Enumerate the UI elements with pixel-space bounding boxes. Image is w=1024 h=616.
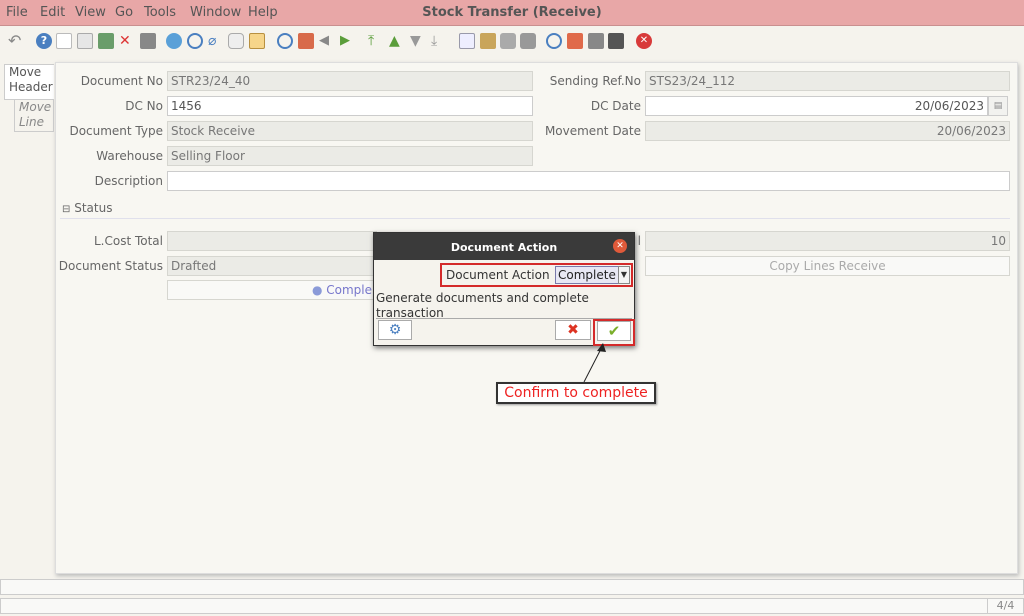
sending-ref-label: Sending Ref.No (549, 74, 641, 88)
calendar-icon[interactable]: ▤ (988, 96, 1008, 116)
back-icon[interactable]: ◀ (319, 33, 335, 49)
copy-icon[interactable] (77, 33, 93, 49)
status-section-header[interactable]: ⊟ Status (62, 201, 112, 215)
menu-bar: File Edit View Go Tools Window Help Stoc… (0, 0, 1024, 26)
description-label: Description (94, 174, 163, 188)
warehouse-label: Warehouse (96, 149, 163, 163)
dc-date-field[interactable]: 20/06/2023 (645, 96, 988, 116)
home-icon[interactable] (298, 33, 314, 49)
delete-icon[interactable]: ✕ (119, 33, 135, 49)
next-record-icon[interactable]: ▼ (410, 33, 426, 49)
close-window-icon[interactable]: ✕ (636, 33, 652, 49)
help-icon[interactable]: ? (36, 33, 52, 49)
save-icon[interactable] (98, 33, 114, 49)
document-no-field: STR23/24_40 (167, 71, 533, 91)
workflow-icon[interactable] (608, 33, 624, 49)
document-no-label: Document No (80, 74, 163, 88)
lcost-total-label: L.Cost Total (93, 234, 163, 248)
copy-lines-receive-button[interactable]: Copy Lines Receive (645, 256, 1010, 276)
refresh-icon[interactable] (166, 33, 182, 49)
document-action-dialog: Document Action ✕ Document Action Comple… (373, 232, 635, 346)
complete-icon: ● (311, 283, 323, 297)
request-icon[interactable] (567, 33, 583, 49)
attachment-icon[interactable]: ⌀ (208, 33, 224, 49)
complete-button-label: Comple (326, 283, 372, 297)
print-preview-icon[interactable] (500, 33, 516, 49)
tab-move-header[interactable]: Move Header (4, 64, 54, 100)
dc-no-field[interactable]: 1456 (167, 96, 533, 116)
movement-date-field: 20/06/2023 (645, 121, 1010, 141)
callout-label: Confirm to complete (496, 382, 656, 404)
first-record-icon[interactable]: ⤒ (368, 33, 384, 49)
collapse-icon[interactable]: ⊟ (62, 204, 70, 215)
ok-check-icon[interactable]: ✔ (597, 321, 631, 341)
action-help-text: Generate documents and complete transact… (376, 291, 589, 317)
status-section-title: Status (74, 201, 113, 215)
tab-panel: Move Header Move Line (2, 62, 54, 132)
find-icon[interactable] (187, 33, 203, 49)
grid-toggle-icon[interactable] (249, 33, 265, 49)
product-info-icon[interactable] (588, 33, 604, 49)
zoom-across-icon[interactable] (546, 33, 562, 49)
warehouse-field: Selling Floor (167, 146, 533, 166)
document-action-label: Document Action (446, 268, 550, 282)
last-record-icon[interactable]: ⤓ (431, 33, 447, 49)
page-indicator: 4/4 (987, 598, 1023, 614)
archive-icon[interactable] (480, 33, 496, 49)
print-icon[interactable] (520, 33, 536, 49)
document-status-label: Document Status (58, 259, 163, 273)
dropdown-arrow-icon[interactable]: ▼ (618, 266, 630, 284)
status-bar-bottom: 4/4 (0, 598, 1024, 614)
status-bar-top (0, 579, 1024, 595)
description-field[interactable] (167, 171, 1010, 191)
dc-no-label: DC No (125, 99, 163, 113)
document-status-field: Drafted (167, 256, 377, 276)
document-action-select[interactable]: Complete (555, 266, 619, 284)
document-type-field: Stock Receive (167, 121, 533, 141)
dialog-close-icon[interactable]: ✕ (613, 239, 627, 253)
complete-button[interactable]: ● Comple (167, 280, 377, 300)
settings-gear-icon[interactable]: ⚙ (378, 320, 412, 340)
tab-move-line[interactable]: Move Line (14, 99, 54, 132)
movement-date-label: Movement Date (544, 124, 641, 138)
new-icon[interactable] (56, 33, 72, 49)
total-lines-field: 10 (645, 231, 1010, 251)
cancel-icon[interactable]: ✖ (555, 320, 591, 340)
undo-icon[interactable]: ↶ (8, 33, 24, 49)
chat-icon[interactable] (228, 33, 244, 49)
toolbar: ↶ ? ✕ ⌀ ◀ ▶ ⤒ ▲ ▼ ⤓ ✕ (0, 27, 1024, 57)
report-icon[interactable] (459, 33, 475, 49)
lcost-total-field (167, 231, 377, 251)
total-lines-label: l (637, 234, 641, 248)
forward-icon[interactable]: ▶ (340, 33, 356, 49)
dialog-title: Document Action (374, 233, 634, 260)
document-type-label: Document Type (69, 124, 163, 138)
window-title: Stock Transfer (Receive) (422, 5, 602, 20)
history-icon[interactable] (277, 33, 293, 49)
dc-date-label: DC Date (590, 99, 641, 113)
sending-ref-field: STS23/24_112 (645, 71, 1010, 91)
delete-selection-icon[interactable] (140, 33, 156, 49)
section-divider (60, 218, 1010, 219)
previous-record-icon[interactable]: ▲ (389, 33, 405, 49)
